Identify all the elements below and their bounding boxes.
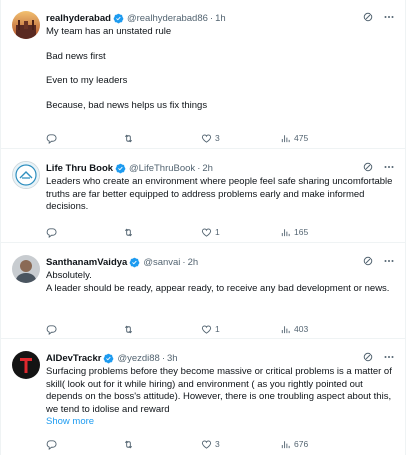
separator-dot: · bbox=[182, 256, 186, 268]
like-count: 1 bbox=[215, 324, 220, 334]
tweet-text: Leaders who create an environment where … bbox=[46, 176, 395, 214]
tweet[interactable]: AIDevTrackr @yezdi88 · 3h Surfacing prob… bbox=[1, 340, 405, 455]
grok-icon[interactable] bbox=[362, 255, 374, 267]
grok-icon[interactable] bbox=[362, 161, 374, 173]
like-icon bbox=[201, 325, 212, 334]
retweet-button[interactable] bbox=[123, 439, 134, 450]
retweet-icon bbox=[124, 228, 133, 236]
views-button[interactable]: 676 bbox=[280, 439, 308, 450]
author-name[interactable]: SanthanamVaidya bbox=[46, 257, 127, 268]
author-handle[interactable]: @LifeThruBook bbox=[129, 163, 195, 174]
author-handle[interactable]: @yezdi88 bbox=[117, 353, 159, 364]
views-icon bbox=[281, 228, 290, 236]
more-icon[interactable] bbox=[383, 255, 395, 267]
tweet-text: Absolutely. A leader should be ready, ap… bbox=[46, 270, 395, 295]
separator-dot: · bbox=[197, 162, 201, 174]
views-icon bbox=[281, 440, 290, 448]
avatar[interactable] bbox=[12, 351, 40, 379]
tweet[interactable]: SanthanamVaidya @sanvai · 2h Absolutely.… bbox=[1, 244, 405, 339]
tweet-text: My team has an unstated rule Bad news fi… bbox=[46, 26, 395, 112]
verified-badge-icon bbox=[104, 353, 114, 363]
tweet-text-line: Bad news first bbox=[46, 50, 106, 62]
retweet-icon bbox=[124, 325, 133, 333]
like-button[interactable]: 3 bbox=[201, 439, 220, 450]
author-name[interactable]: Life Thru Book bbox=[46, 163, 113, 174]
tweet-text: Surfacing problems before they become ma… bbox=[46, 366, 395, 416]
tweet-actions: 1 403 bbox=[46, 322, 395, 336]
grok-icon[interactable] bbox=[362, 11, 374, 23]
reply-icon bbox=[46, 439, 57, 450]
reply-icon bbox=[46, 133, 57, 144]
timestamp[interactable]: 1h bbox=[215, 13, 226, 24]
author-name[interactable]: realhyderabad bbox=[46, 13, 111, 24]
like-icon bbox=[201, 440, 212, 449]
reply-button[interactable] bbox=[46, 133, 57, 144]
views-button[interactable]: 475 bbox=[280, 133, 308, 144]
tweet-text-line: Because, bad news helps us fix things bbox=[46, 99, 208, 111]
like-count: 1 bbox=[215, 227, 220, 237]
tweet-text-line: Absolutely. bbox=[46, 270, 92, 281]
avatar[interactable] bbox=[12, 255, 40, 283]
separator-dot: · bbox=[209, 12, 214, 24]
like-count: 3 bbox=[215, 439, 220, 449]
views-icon bbox=[281, 325, 290, 333]
view-count: 165 bbox=[294, 227, 309, 237]
tweet[interactable]: realhyderabad @realhyderabad86 · 1h My t… bbox=[1, 0, 405, 149]
views-icon bbox=[281, 134, 290, 142]
views-button[interactable]: 403 bbox=[280, 324, 308, 335]
timestamp[interactable]: 3h bbox=[167, 353, 178, 364]
tweet-feed: realhyderabad @realhyderabad86 · 1h My t… bbox=[0, 0, 406, 455]
tweet-text-line: Surfacing problems before they become ma… bbox=[46, 366, 392, 415]
more-icon[interactable] bbox=[383, 11, 395, 23]
tweet-text-line: A leader should be ready, appear ready, … bbox=[46, 282, 390, 294]
like-icon bbox=[201, 134, 212, 143]
view-count: 676 bbox=[294, 439, 309, 449]
separator-dot: · bbox=[161, 352, 166, 364]
author-handle[interactable]: @realhyderabad86 bbox=[127, 13, 208, 24]
tweet-text-line: My team has an unstated rule bbox=[46, 26, 172, 37]
reply-button[interactable] bbox=[46, 227, 57, 238]
avatar[interactable] bbox=[12, 161, 40, 189]
retweet-button[interactable] bbox=[123, 227, 134, 238]
tweet-header: realhyderabad @realhyderabad86 · 1h bbox=[46, 11, 395, 25]
avatar[interactable] bbox=[12, 11, 40, 39]
reply-button[interactable] bbox=[46, 324, 57, 335]
view-count: 475 bbox=[294, 133, 309, 143]
tweet-actions: 1 165 bbox=[46, 225, 395, 239]
like-button[interactable]: 1 bbox=[201, 227, 220, 238]
like-icon bbox=[201, 228, 212, 237]
verified-badge-icon bbox=[115, 163, 126, 173]
view-count: 403 bbox=[294, 324, 309, 334]
tweet[interactable]: Life Thru Book @LifeThruBook · 2h Leader… bbox=[1, 150, 405, 243]
views-button[interactable]: 165 bbox=[280, 227, 308, 238]
tweet-text-line: Leaders who create an environment where … bbox=[46, 176, 393, 213]
show-more-link[interactable]: Show more bbox=[46, 416, 395, 429]
more-icon[interactable] bbox=[383, 161, 395, 173]
reply-icon bbox=[46, 324, 57, 335]
like-button[interactable]: 1 bbox=[201, 324, 220, 335]
tweet-actions: 3 475 bbox=[46, 131, 395, 145]
tweet-header: SanthanamVaidya @sanvai · 2h bbox=[46, 255, 395, 269]
reply-icon bbox=[46, 227, 57, 238]
author-name[interactable]: AIDevTrackr bbox=[46, 353, 101, 364]
timestamp[interactable]: 2h bbox=[202, 163, 213, 174]
grok-icon[interactable] bbox=[362, 351, 374, 363]
retweet-icon bbox=[124, 440, 133, 448]
like-button[interactable]: 3 bbox=[201, 133, 220, 144]
tweet-header: AIDevTrackr @yezdi88 · 3h bbox=[46, 351, 395, 365]
timestamp[interactable]: 2h bbox=[188, 257, 199, 268]
verified-badge-icon bbox=[130, 257, 140, 267]
reply-button[interactable] bbox=[46, 439, 57, 450]
more-icon[interactable] bbox=[383, 351, 395, 363]
retweet-button[interactable] bbox=[123, 324, 134, 335]
like-count: 3 bbox=[215, 133, 220, 143]
tweet-header: Life Thru Book @LifeThruBook · 2h bbox=[46, 161, 395, 175]
retweet-button[interactable] bbox=[123, 133, 134, 144]
tweet-text-line: Even to my leaders bbox=[46, 75, 128, 87]
verified-badge-icon bbox=[113, 13, 124, 23]
retweet-icon bbox=[124, 134, 133, 142]
tweet-actions: 3 676 bbox=[46, 437, 395, 451]
author-handle[interactable]: @sanvai bbox=[143, 257, 180, 268]
